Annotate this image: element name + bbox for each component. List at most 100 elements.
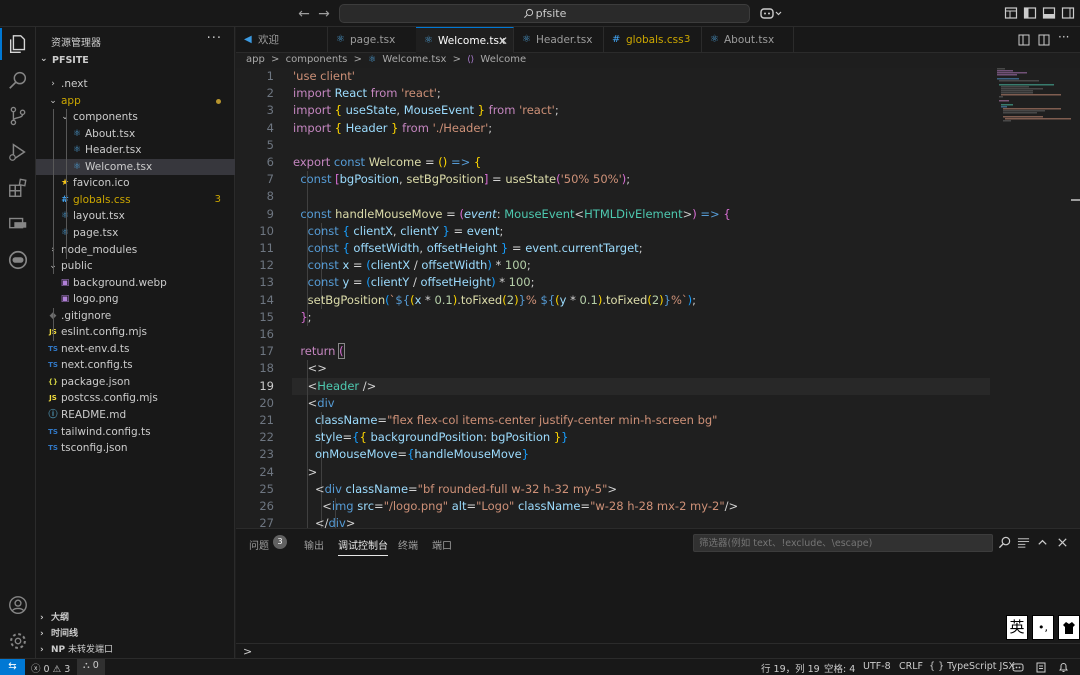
sidebar-section-header[interactable]: › NP 未转发端口	[36, 643, 235, 657]
debug-console-input[interactable]: >	[236, 643, 1080, 659]
image-icon: ▣	[60, 277, 70, 288]
remote-explorer-icon[interactable]	[7, 213, 29, 235]
breadcrumb-file[interactable]: Welcome.tsx	[382, 54, 446, 65]
breadcrumb-symbol[interactable]: Welcome	[480, 54, 526, 65]
tree-item-label: Header.tsx	[85, 144, 142, 157]
tab-globals-css[interactable]: # globals.css 3	[604, 27, 702, 53]
toggle-secondary-sidebar-icon[interactable]	[1061, 6, 1075, 20]
chevron-up-icon[interactable]	[1036, 536, 1049, 549]
search-icon[interactable]	[998, 536, 1011, 549]
ime-skin-button[interactable]	[1058, 615, 1080, 640]
tab-about-tsx[interactable]: ⚛ About.tsx	[702, 27, 794, 53]
split-editor-icon[interactable]	[1038, 34, 1050, 46]
encoding-status[interactable]: UTF-8	[863, 661, 891, 672]
debug-console-filter-input[interactable]	[693, 534, 993, 552]
sidebar-section-header[interactable]: › 时间线	[36, 627, 235, 641]
tree-file[interactable]: ▣ logo.png	[36, 291, 235, 308]
arrow-left-icon[interactable]: ←	[296, 6, 312, 22]
copilot-chat-icon[interactable]	[7, 249, 29, 271]
more-actions-icon[interactable]: ···	[207, 31, 222, 46]
tab-page-tsx[interactable]: ⚛ page.tsx	[328, 27, 418, 53]
tree-folder[interactable]: › .next	[36, 76, 235, 93]
copilot-status-icon[interactable]	[1012, 662, 1024, 673]
open-preview-icon[interactable]	[1018, 34, 1030, 46]
status-bar: ⇆ ⓧ 0 ⚠ 3 ⛬ 0 行 19，列 19 空格: 4 UTF-8 CRLF…	[0, 658, 1080, 675]
tree-file[interactable]: TS tailwind.config.ts	[36, 424, 235, 441]
clear-console-icon[interactable]	[1017, 536, 1030, 549]
repl-prompt-icon: >	[243, 645, 253, 658]
remote-indicator-button[interactable]: ⇆	[0, 659, 25, 675]
close-icon[interactable]	[1056, 536, 1069, 549]
toggle-primary-sidebar-icon[interactable]	[1023, 6, 1037, 20]
panel-tab[interactable]: 输出	[304, 537, 324, 552]
explorer-sidebar: 资源管理器 ··· ⌄ PFSITE › .next ⌄ app ⌄ components…	[36, 27, 235, 658]
explorer-root-folder[interactable]: ⌄ PFSITE	[36, 53, 235, 69]
explorer-icon[interactable]	[0, 28, 29, 60]
ports-status[interactable]: ⛬ 0	[77, 659, 105, 675]
tree-file[interactable]: TS next.config.ts	[36, 357, 235, 374]
tree-file[interactable]: TS tsconfig.json	[36, 440, 235, 457]
source-control-icon[interactable]	[7, 105, 29, 127]
panel-tab[interactable]: 端口	[432, 537, 452, 552]
search-icon[interactable]	[7, 69, 29, 91]
problems-status[interactable]: ⓧ 0 ⚠ 3	[31, 661, 70, 675]
cursor-position[interactable]: 行 19，列 19	[761, 661, 820, 675]
close-icon[interactable]: ✕	[498, 28, 508, 54]
tree-item-label: README.md	[61, 409, 127, 421]
tree-file[interactable]: ▣ background.webp	[36, 275, 235, 292]
tab-header-tsx[interactable]: ⚛ Header.tsx	[514, 27, 604, 53]
panel-tab[interactable]: 终端	[398, 537, 418, 552]
tab-label: globals.css	[626, 34, 684, 46]
panel-tab[interactable]: 调试控制台	[338, 537, 388, 556]
tree-file[interactable]: ◆.gitignore	[36, 308, 235, 325]
indentation-status[interactable]: 空格: 4	[824, 661, 855, 675]
bell-icon[interactable]	[1058, 662, 1069, 673]
line-number: 12	[259, 258, 274, 273]
minimap[interactable]	[990, 68, 1080, 528]
ime-punctuation-button[interactable]: •,	[1032, 615, 1054, 640]
feedback-icon[interactable]	[1036, 662, 1047, 673]
account-icon[interactable]	[7, 594, 29, 616]
tree-folder[interactable]: ⌄ app	[36, 93, 235, 110]
code-line: export const Welcome = () => {	[293, 155, 482, 169]
tree-file[interactable]: ⓘ README.md	[36, 407, 235, 424]
code-line: className="flex flex-col items-center ju…	[314, 413, 718, 427]
braces-icon: { }	[929, 661, 945, 672]
toggle-panel-icon[interactable]	[1042, 6, 1056, 20]
editor-scrollbar[interactable]	[1071, 199, 1080, 201]
search-icon	[523, 8, 533, 18]
tree-file[interactable]: JS postcss.config.mjs	[36, 390, 235, 407]
more-actions-icon[interactable]: ···	[1058, 30, 1070, 44]
arrow-right-icon[interactable]: →	[316, 6, 332, 22]
sidebar-title: 资源管理器	[51, 38, 101, 49]
breadcrumb-components[interactable]: components	[286, 54, 348, 65]
line-number: 27	[259, 516, 274, 528]
tree-folder[interactable]: ⌄public	[36, 258, 235, 275]
layout-customize-icon[interactable]	[1004, 6, 1018, 20]
language-mode[interactable]: { } TypeScript JSX	[929, 661, 1015, 672]
tab-welcome-tsx[interactable]: ⚛ Welcome.tsx ✕	[416, 27, 514, 53]
tree-file[interactable]: {} package.json	[36, 374, 235, 391]
tab-[interactable]: ◀ 欢迎	[236, 27, 328, 53]
ime-language-button[interactable]: 英	[1006, 615, 1028, 640]
command-center-search[interactable]: pfsite	[339, 4, 750, 23]
copilot-icon[interactable]	[760, 6, 782, 20]
problem-count-badge: 3	[214, 193, 221, 205]
tree-file[interactable]: JSeslint.config.mjs	[36, 324, 235, 341]
line-number: 23	[259, 447, 274, 462]
extensions-icon[interactable]	[7, 177, 29, 199]
line-number: 11	[259, 241, 274, 255]
line-number: 4	[266, 120, 274, 135]
editor-tab-bar: ◀ 欢迎 ⚛ page.tsx ⚛ Welcome.tsx ✕ ⚛ Header.tsx # glo…	[236, 27, 1080, 53]
code-editor[interactable]: 1 2 3 4 5 6 7 8 9 10 11 12 13 14 15 16 17 18 19 20 21 22 23 24 2…	[236, 68, 1080, 528]
react-icon: ⚛	[336, 34, 345, 45]
eol-status[interactable]: CRLF	[899, 661, 923, 672]
sidebar-section-header[interactable]: › 大纲	[36, 611, 235, 625]
run-debug-icon[interactable]	[7, 141, 29, 163]
ts-icon: TS	[48, 344, 58, 353]
breadcrumb-app[interactable]: app	[246, 54, 265, 65]
panel-tab[interactable]: 问题	[249, 537, 269, 552]
tree-file[interactable]: TS next-env.d.ts	[36, 341, 235, 358]
js-icon: JS	[49, 394, 57, 403]
gear-icon[interactable]	[7, 630, 29, 652]
